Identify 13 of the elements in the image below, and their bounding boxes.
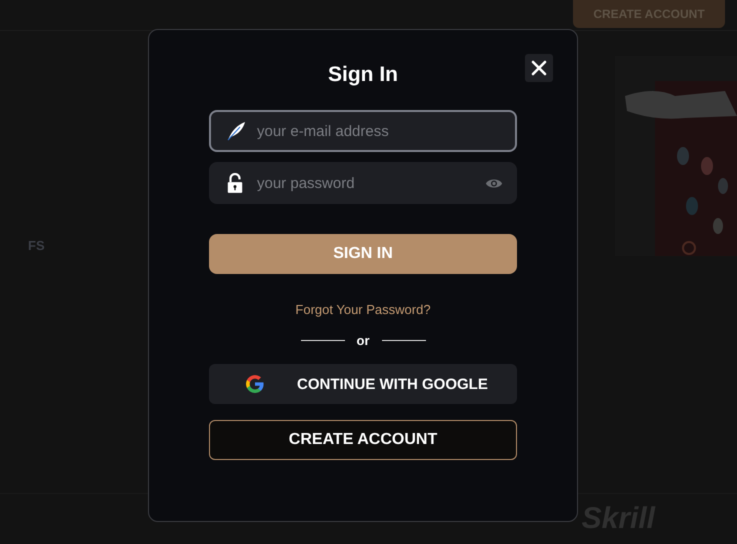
email-field[interactable]: your e-mail address <box>209 110 517 152</box>
password-field[interactable]: your password <box>209 162 517 204</box>
google-icon <box>245 374 265 394</box>
dialog-title: Sign In <box>328 62 398 88</box>
close-icon <box>531 60 547 76</box>
separator-text: or <box>356 333 370 348</box>
google-button[interactable]: CONTINUE WITH GOOGLE <box>209 364 517 404</box>
show-password-icon[interactable] <box>485 177 503 190</box>
create-account-button[interactable]: CREATE ACCOUNT <box>209 420 517 460</box>
forgot-password-link[interactable]: Forgot Your Password? <box>295 302 431 317</box>
padlock-icon <box>226 173 244 193</box>
feather-icon <box>226 121 246 141</box>
close-button[interactable] <box>525 54 553 82</box>
